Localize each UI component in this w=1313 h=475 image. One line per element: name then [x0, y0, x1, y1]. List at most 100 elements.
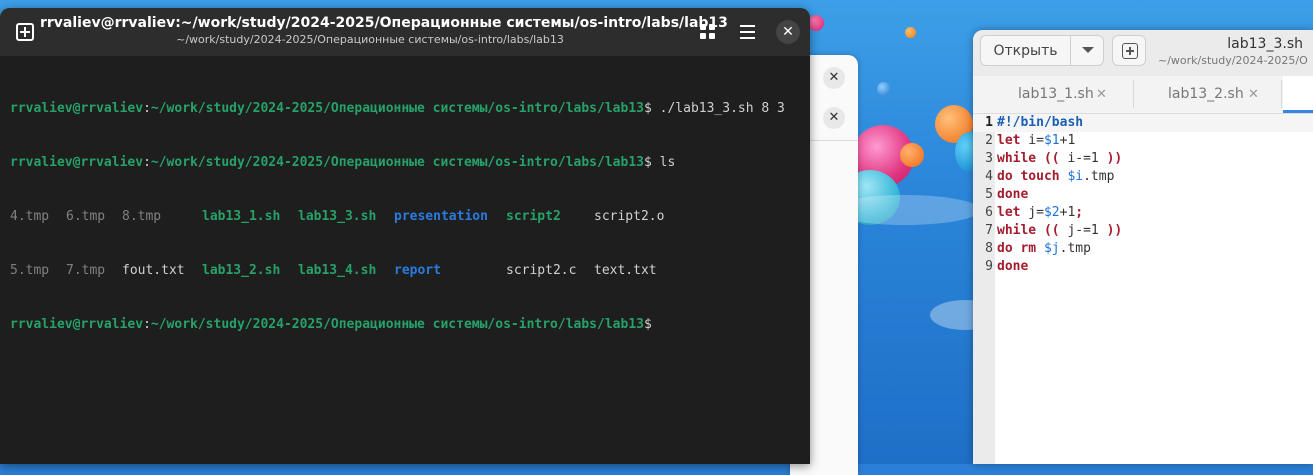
terminal-header-bar[interactable]: rrvaliev@rrvaliev:~/work/study/2024-2025…: [0, 8, 810, 56]
wallpaper-balloon: [905, 27, 916, 38]
code-token: done: [997, 259, 1029, 274]
terminal-line: rrvaliev@rrvaliev:~/work/study/2024-2025…: [10, 317, 652, 332]
line-number: 7: [985, 223, 993, 238]
prompt-symbol: $: [643, 317, 652, 332]
code-token: )): [1106, 151, 1123, 166]
code-token: done: [997, 187, 1029, 202]
ls-entry: presentation: [394, 209, 488, 224]
tab-lab13-1[interactable]: lab13_1.sh ✕: [1018, 76, 1138, 113]
code-line[interactable]: 2 let i=$1+1: [973, 132, 1313, 150]
tab-divider: [1133, 80, 1134, 108]
code-editor[interactable]: 1 #!/bin/bash 2 let i=$1+1 3 while (( i-=1 ))…: [973, 114, 1313, 276]
code-token: $1: [1043, 133, 1060, 148]
code-line[interactable]: 8 do rm $j.tmp: [973, 240, 1313, 258]
code-line[interactable]: 6 let j=$2+1;: [973, 204, 1313, 222]
code-text: while (( i-=1 )): [997, 150, 1122, 168]
code-line[interactable]: 3 while (( i-=1 )): [973, 150, 1313, 168]
wallpaper-balloon: [900, 143, 924, 167]
prompt-symbol: $: [643, 101, 652, 116]
code-token: ((: [1043, 151, 1060, 166]
ls-entry: 5.tmp: [10, 263, 50, 278]
ls-entry: 8.tmp: [122, 209, 162, 224]
code-token: j=: [1020, 205, 1044, 220]
ls-output-row: 5.tmp 7.tmp fout.txt lab13_2.sh lab13_4.sh re…: [10, 262, 810, 280]
editor-tab-bar: lab13_1.sh ✕ lab13_2.sh ✕: [973, 76, 1313, 114]
prompt-user: rrvaliev@rrvaliev: [10, 101, 144, 116]
code-line[interactable]: 4 do touch $i.tmp: [973, 168, 1313, 186]
code-token: rm: [1020, 241, 1037, 256]
code-token: while: [997, 223, 1037, 238]
close-icon[interactable]: ✕: [1096, 76, 1107, 113]
code-line[interactable]: 5 done: [973, 186, 1313, 204]
new-tab-icon: [16, 23, 34, 41]
background-window-close-button[interactable]: ✕: [823, 67, 845, 89]
prompt-symbol: $: [643, 155, 652, 170]
editor-title: lab13_3.sh: [1227, 36, 1303, 52]
code-line[interactable]: 1 #!/bin/bash: [973, 114, 1313, 132]
grid-icon[interactable]: [697, 22, 719, 42]
tab-label: lab13_2.sh: [1168, 86, 1244, 102]
line-number: 9: [985, 259, 993, 274]
terminal-command: ./lab13_3.sh 8 3: [659, 101, 785, 116]
code-token: $j: [1043, 241, 1060, 256]
ls-entry: fout.txt: [122, 263, 185, 278]
tab-lab13-2[interactable]: lab13_2.sh ✕: [1168, 76, 1288, 113]
prompt-user: rrvaliev@rrvaliev: [10, 317, 144, 332]
ls-entry: report: [394, 263, 441, 278]
text-editor-window[interactable]: Открыть lab13_3.sh ~/work/study/2024-202…: [973, 30, 1313, 464]
line-number: 3: [985, 151, 993, 166]
prompt-path: ~/work/study/2024-2025/Операционные сист…: [150, 155, 644, 170]
wallpaper-balloon: [877, 82, 891, 96]
ls-entry: lab13_2.sh: [202, 263, 281, 278]
new-tab-button[interactable]: [10, 20, 38, 44]
editor-header-bar[interactable]: Открыть lab13_3.sh ~/work/study/2024-202…: [973, 30, 1313, 76]
code-token: #!/bin/bash: [997, 115, 1084, 130]
code-text: do rm $j.tmp: [997, 240, 1091, 258]
code-token: ;: [1075, 205, 1084, 220]
terminal-window[interactable]: rrvaliev@rrvaliev:~/work/study/2024-2025…: [0, 8, 810, 464]
ls-entry: script2.c: [506, 263, 577, 278]
terminal-close-button[interactable]: ✕: [776, 20, 800, 44]
chevron-down-icon[interactable]: [1070, 35, 1104, 66]
code-text: do touch $i.tmp: [997, 168, 1114, 186]
terminal-output[interactable]: rrvaliev@rrvaliev:~/work/study/2024-2025…: [10, 64, 810, 370]
terminal-title: rrvaliev@rrvaliev:~/work/study/2024-2025…: [40, 15, 728, 31]
code-text: done: [997, 258, 1028, 276]
code-line[interactable]: 7 while (( j-=1 )): [973, 222, 1313, 240]
terminal-subtitle: ~/work/study/2024-2025/Операционные сист…: [176, 33, 564, 46]
new-document-button[interactable]: [1112, 35, 1146, 66]
ls-entry: text.txt: [594, 263, 657, 278]
code-token: let: [997, 205, 1021, 220]
background-window-close-button[interactable]: ✕: [823, 107, 845, 129]
prompt-path: ~/work/study/2024-2025/Операционные сист…: [150, 317, 644, 332]
ls-entry: script2: [506, 209, 561, 224]
code-token: ((: [1043, 223, 1060, 238]
code-token: +1: [1059, 133, 1076, 148]
tab-divider: [1281, 80, 1282, 108]
code-token: do: [997, 241, 1013, 256]
ls-entry: 6.tmp: [66, 209, 106, 224]
line-number: 5: [985, 187, 993, 202]
code-token: j-=1: [1059, 223, 1107, 238]
tab-lab13-3-active[interactable]: [1283, 76, 1313, 113]
code-token: touch: [1020, 169, 1060, 184]
ls-entry: lab13_3.sh: [298, 209, 377, 224]
hamburger-menu-icon[interactable]: [737, 22, 759, 42]
open-button[interactable]: Открыть: [980, 35, 1070, 66]
prompt-user: rrvaliev@rrvaliev: [10, 155, 144, 170]
code-text: while (( j-=1 )): [997, 222, 1122, 240]
code-token: $2: [1043, 205, 1060, 220]
tab-label: lab13_1.sh: [1018, 86, 1094, 102]
code-token: do: [997, 169, 1013, 184]
line-number: 6: [985, 205, 993, 220]
code-line[interactable]: 9 done: [973, 258, 1313, 276]
code-text: let j=$2+1;: [997, 204, 1083, 222]
code-token: .tmp: [1059, 241, 1091, 256]
line-number: 8: [985, 241, 993, 256]
close-icon[interactable]: ✕: [1248, 76, 1259, 113]
code-token: )): [1106, 223, 1123, 238]
ls-entry: lab13_4.sh: [298, 263, 377, 278]
code-token: $i: [1067, 169, 1084, 184]
